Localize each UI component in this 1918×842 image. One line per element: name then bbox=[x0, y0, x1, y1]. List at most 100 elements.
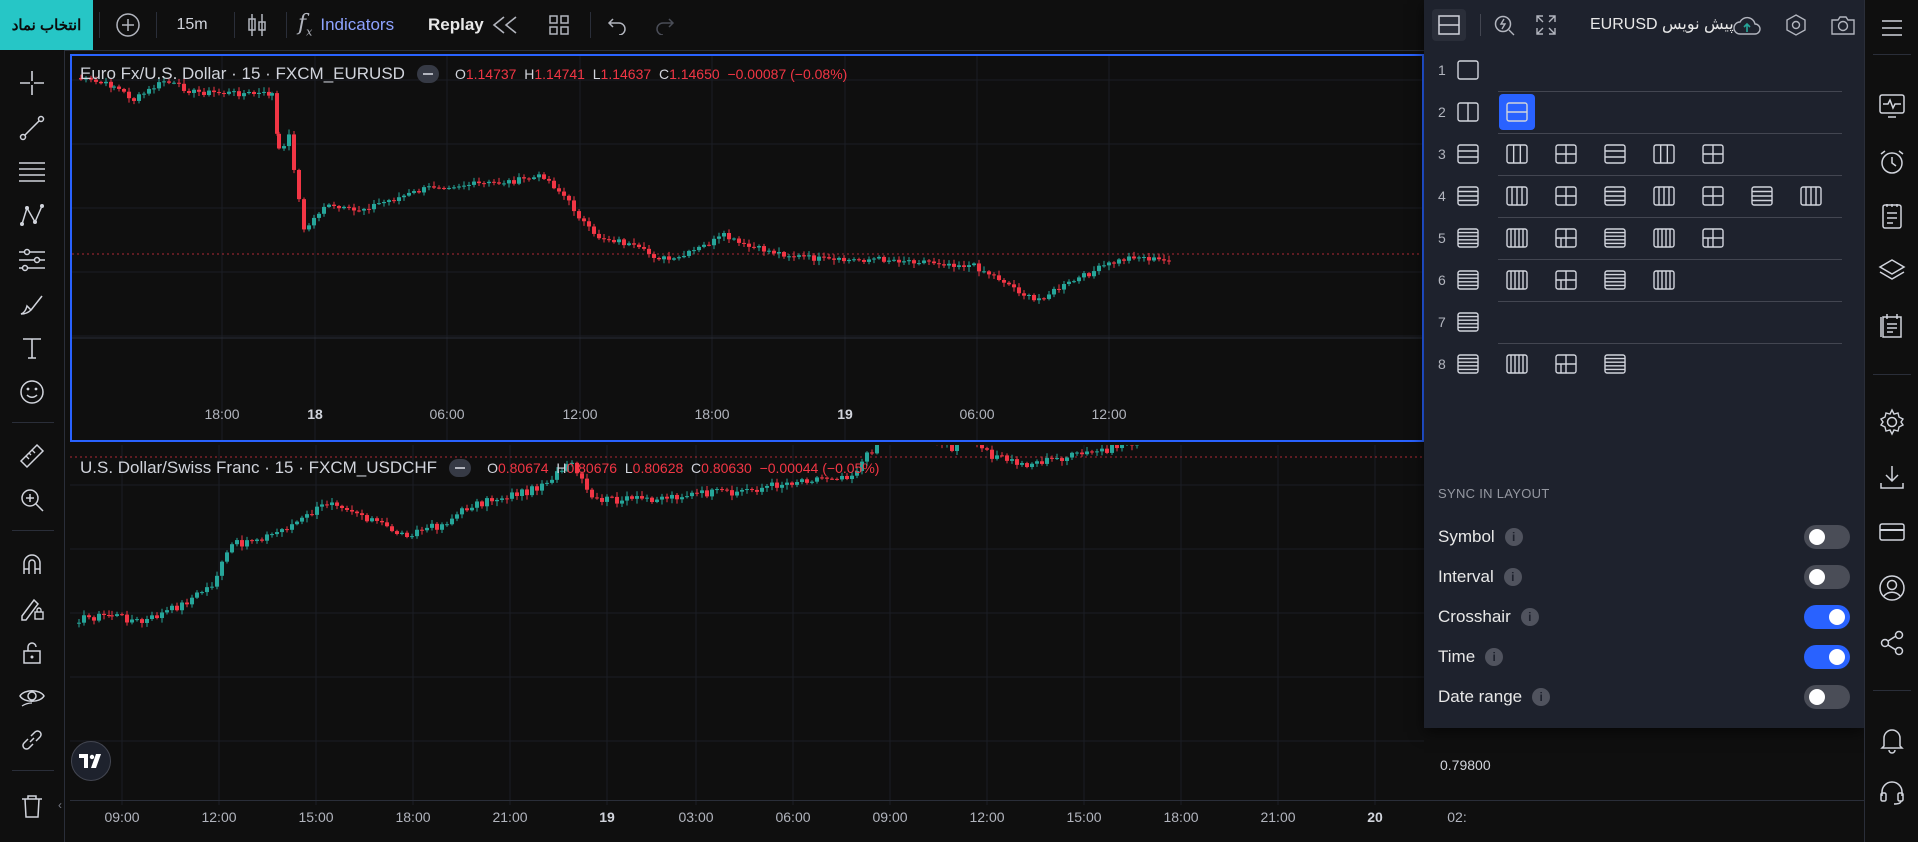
legend-toggle-icon[interactable] bbox=[449, 459, 472, 477]
payment-button[interactable] bbox=[1876, 516, 1908, 548]
hide-drawings-tool[interactable] bbox=[16, 680, 48, 712]
layout-option-2-1[interactable] bbox=[1450, 94, 1486, 130]
sync-drawings-tool[interactable] bbox=[16, 724, 48, 756]
layout-option-3-5[interactable] bbox=[1646, 136, 1682, 172]
layers-button[interactable] bbox=[1876, 254, 1908, 286]
sync-toggle[interactable] bbox=[1804, 565, 1850, 589]
text-tool[interactable] bbox=[16, 332, 48, 364]
download-button[interactable] bbox=[1876, 461, 1908, 493]
chart-pane-eurusd[interactable]: Euro Fx/U.S. Dollar · 15 · FXCM_EURUSD O… bbox=[70, 54, 1424, 442]
fullscreen-button[interactable] bbox=[1530, 9, 1562, 41]
layout-option-4-7[interactable] bbox=[1744, 178, 1780, 214]
layout-option-5-5[interactable] bbox=[1646, 220, 1682, 256]
collapse-arrow-icon[interactable]: ‹ bbox=[58, 798, 62, 812]
notifications-button[interactable] bbox=[1876, 724, 1908, 756]
layout-option-6-1[interactable] bbox=[1450, 262, 1486, 298]
undo-button[interactable] bbox=[600, 0, 634, 50]
symbol-title[interactable]: U.S. Dollar/Swiss Franc · 15 · FXCM_USDC… bbox=[80, 458, 437, 478]
layout-option-4-6[interactable] bbox=[1695, 178, 1731, 214]
zoom-tool[interactable] bbox=[16, 484, 48, 516]
layout-option-3-3[interactable] bbox=[1548, 136, 1584, 172]
info-icon[interactable]: i bbox=[1504, 528, 1523, 546]
pulse-button[interactable] bbox=[1876, 90, 1908, 122]
stay-in-drawing-tool[interactable] bbox=[16, 592, 48, 624]
remove-drawings-tool[interactable] bbox=[16, 790, 48, 822]
indicators-button[interactable]: fx Indicators bbox=[298, 0, 414, 50]
info-icon[interactable]: i bbox=[1503, 568, 1522, 586]
candle-body bbox=[875, 445, 879, 454]
forecast-tool[interactable] bbox=[16, 244, 48, 276]
sync-toggle[interactable] bbox=[1804, 645, 1850, 669]
legend-toggle-icon[interactable] bbox=[416, 65, 439, 83]
layout-option-4-3[interactable] bbox=[1548, 178, 1584, 214]
quick-search-button[interactable] bbox=[1488, 9, 1520, 41]
layout-option-6-2[interactable] bbox=[1499, 262, 1535, 298]
ruler-tool[interactable] bbox=[16, 440, 48, 472]
add-symbol-button[interactable] bbox=[110, 0, 146, 50]
layout-option-7-1[interactable] bbox=[1450, 304, 1486, 340]
layout-option-3-6[interactable] bbox=[1695, 136, 1731, 172]
lock-drawings-tool[interactable] bbox=[16, 636, 48, 668]
symbol-title[interactable]: Euro Fx/U.S. Dollar · 15 · FXCM_EURUSD bbox=[80, 64, 405, 84]
pattern-tool[interactable] bbox=[16, 200, 48, 232]
layout-name[interactable]: EURUSD پیش نویس bbox=[1590, 14, 1734, 34]
layout-option-4-8[interactable] bbox=[1793, 178, 1829, 214]
tradingview-logo[interactable] bbox=[71, 741, 111, 781]
share-button[interactable] bbox=[1876, 627, 1908, 659]
emoji-tool[interactable] bbox=[16, 376, 48, 408]
layout-option-5-3[interactable] bbox=[1548, 220, 1584, 256]
chart-type-button[interactable] bbox=[242, 0, 272, 50]
layout-option-3-1[interactable] bbox=[1450, 136, 1486, 172]
save-cloud-button[interactable] bbox=[1730, 9, 1764, 41]
interval-button[interactable]: 15m bbox=[166, 0, 218, 50]
layout-option-2-2[interactable] bbox=[1499, 94, 1535, 130]
layout-select-button[interactable] bbox=[1432, 9, 1466, 41]
layout-option-4-2[interactable] bbox=[1499, 178, 1535, 214]
sync-toggle[interactable] bbox=[1804, 685, 1850, 709]
snapshot-button[interactable] bbox=[1826, 9, 1860, 41]
layout-option-6-3[interactable] bbox=[1548, 262, 1584, 298]
settings-button[interactable] bbox=[1876, 406, 1908, 438]
sync-toggle[interactable] bbox=[1804, 525, 1850, 549]
brush-tool[interactable] bbox=[16, 288, 48, 320]
layout-option-3-4[interactable] bbox=[1597, 136, 1633, 172]
info-icon[interactable]: i bbox=[1520, 608, 1539, 626]
layout-templates-button[interactable] bbox=[542, 0, 576, 50]
layout-option-5-6[interactable] bbox=[1695, 220, 1731, 256]
support-button[interactable] bbox=[1876, 776, 1908, 808]
layout-option-3-2[interactable] bbox=[1499, 136, 1535, 172]
redo-button[interactable] bbox=[648, 0, 682, 50]
eurusd-candles[interactable] bbox=[72, 56, 1422, 440]
crosshair-tool[interactable] bbox=[16, 67, 48, 99]
fib-retracement-tool[interactable] bbox=[16, 156, 48, 188]
replay-button[interactable]: Replay bbox=[428, 0, 528, 50]
layout-option-8-4[interactable] bbox=[1597, 346, 1633, 382]
layout-option-4-1[interactable] bbox=[1450, 178, 1486, 214]
layout-option-4-4[interactable] bbox=[1597, 178, 1633, 214]
layout-option-8-2[interactable] bbox=[1499, 346, 1535, 382]
symbol-search-button[interactable]: انتخاب نماد bbox=[0, 0, 93, 50]
magnet-tool[interactable] bbox=[16, 548, 48, 580]
layout-option-8-3[interactable] bbox=[1548, 346, 1584, 382]
calendar-button[interactable] bbox=[1876, 310, 1908, 342]
usdchf-candles[interactable] bbox=[70, 445, 1424, 805]
time-axis-eurusd[interactable]: 18:00 18 06:00 12:00 18:00 19 06:00 12:00 bbox=[72, 406, 1422, 436]
layout-option-6-4[interactable] bbox=[1597, 262, 1633, 298]
layout-option-5-4[interactable] bbox=[1597, 220, 1633, 256]
layout-option-5-1[interactable] bbox=[1450, 220, 1486, 256]
time-axis-usdchf[interactable]: 09:00 12:00 15:00 18:00 21:00 19 03:00 06:00 09:… bbox=[70, 809, 1864, 839]
trend-line-tool[interactable] bbox=[16, 112, 48, 144]
notes-button[interactable] bbox=[1876, 200, 1908, 232]
settings-hex-button[interactable] bbox=[1780, 9, 1812, 41]
layout-option-8-1[interactable] bbox=[1450, 346, 1486, 382]
layout-option-1-1[interactable] bbox=[1450, 52, 1486, 88]
alerts-button[interactable] bbox=[1876, 146, 1908, 178]
menu-button[interactable] bbox=[1876, 12, 1908, 44]
sync-toggle[interactable] bbox=[1804, 605, 1850, 629]
layout-option-6-5[interactable] bbox=[1646, 262, 1682, 298]
layout-option-4-5[interactable] bbox=[1646, 178, 1682, 214]
info-icon[interactable]: i bbox=[1532, 688, 1551, 706]
info-icon[interactable]: i bbox=[1485, 648, 1504, 666]
profile-button[interactable] bbox=[1876, 572, 1908, 604]
layout-option-5-2[interactable] bbox=[1499, 220, 1535, 256]
